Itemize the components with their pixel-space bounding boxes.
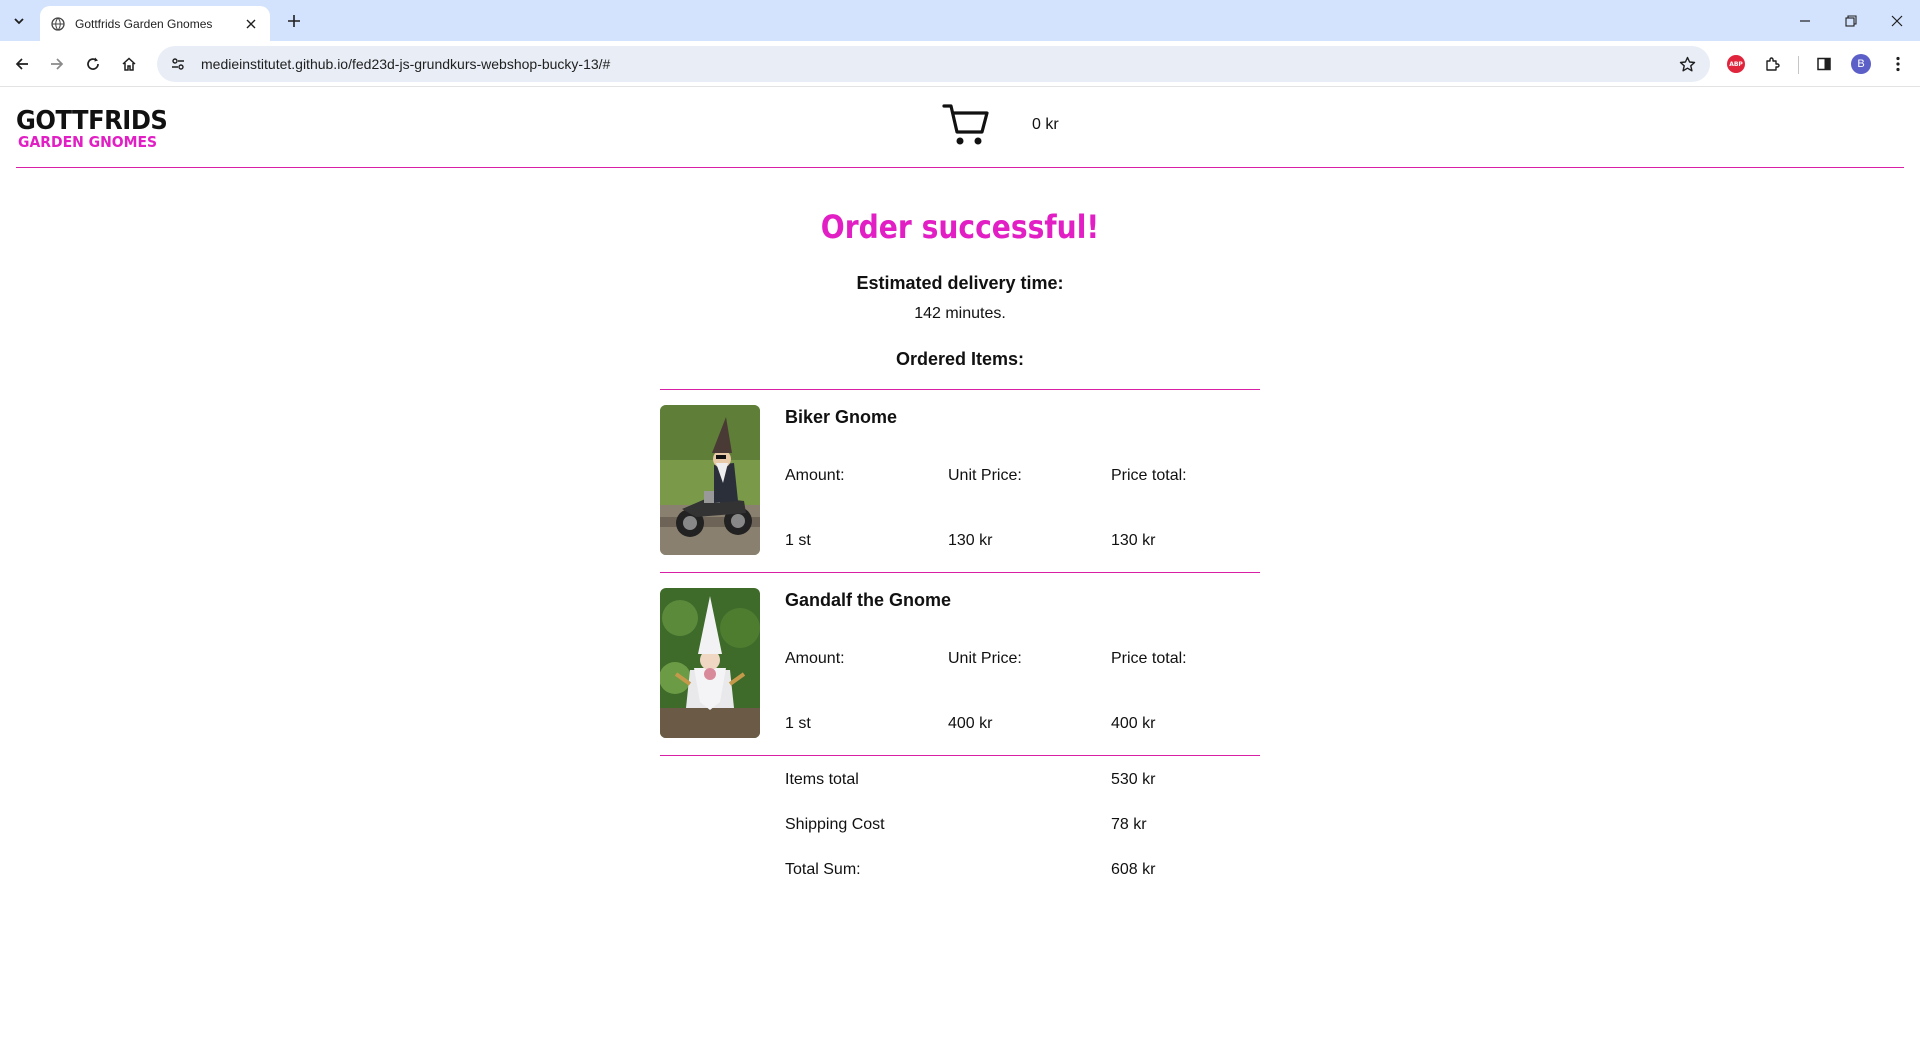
more-icon[interactable] — [1882, 48, 1914, 80]
avatar: B — [1851, 54, 1871, 74]
adblock-extension-icon[interactable]: ABP — [1720, 48, 1752, 80]
extensions-icon[interactable] — [1756, 48, 1788, 80]
tab-strip: Gottfrids Garden Gnomes — [0, 0, 1920, 41]
side-panel-icon[interactable] — [1808, 48, 1840, 80]
product-image-gandalf-gnome — [660, 588, 760, 738]
amount-value: 1 st — [785, 715, 811, 732]
shipping-label: Shipping Cost — [785, 816, 885, 833]
unit-price-value: 400 kr — [948, 715, 993, 732]
unit-price-label: Unit Price: — [948, 467, 1022, 484]
unit-price-label: Unit Price: — [948, 650, 1022, 667]
item-name: Gandalf the Gnome — [785, 590, 952, 610]
item-name: Biker Gnome — [785, 407, 898, 427]
browser-tab[interactable]: Gottfrids Garden Gnomes — [40, 6, 270, 41]
price-total-value: 400 kr — [1111, 715, 1156, 732]
delivery-time-label: Estimated delivery time: — [856, 273, 1064, 293]
shipping-value: 78 kr — [1111, 816, 1147, 833]
url-text[interactable]: medieinstitutet.github.io/fed23d-js-grun… — [201, 56, 1672, 72]
order-item: Gandalf the Gnome Amount: Unit Price: Pr… — [660, 588, 1260, 738]
delivery-time-value: 142 minutes. — [914, 305, 1006, 322]
site-header: GOTTFRIDS GARDEN GNOMES 0 kr — [16, 88, 1904, 168]
amount-value: 1 st — [785, 532, 811, 549]
site-logo[interactable]: GOTTFRIDS GARDEN GNOMES — [16, 108, 179, 150]
page-title: Order successful! — [820, 208, 1100, 246]
product-image-biker-gnome — [660, 405, 760, 555]
globe-icon — [50, 16, 66, 32]
price-total-value: 130 kr — [1111, 532, 1156, 549]
close-icon[interactable] — [242, 15, 260, 33]
items-total-label: Items total — [785, 771, 859, 788]
total-sum-value: 608 kr — [1111, 861, 1156, 878]
total-sum-label: Total Sum: — [785, 861, 861, 878]
price-total-label: Price total: — [1111, 650, 1187, 667]
order-item: Biker Gnome Amount: Unit Price: Price to… — [660, 405, 1260, 555]
amount-label: Amount: — [785, 650, 845, 667]
logo-line2: GARDEN GNOMES — [18, 133, 158, 151]
ordered-items-heading: Ordered Items: — [895, 349, 1025, 369]
cart-total: 0 kr — [1032, 116, 1059, 133]
unit-price-value: 130 kr — [948, 532, 993, 549]
tab-list-icon[interactable] — [8, 10, 30, 32]
browser-toolbar: medieinstitutet.github.io/fed23d-js-grun… — [0, 41, 1920, 87]
site-info-icon[interactable] — [163, 49, 193, 79]
reload-icon[interactable] — [77, 48, 109, 80]
home-icon[interactable] — [113, 48, 145, 80]
divider — [660, 572, 1260, 573]
divider — [660, 389, 1260, 390]
address-bar[interactable]: medieinstitutet.github.io/fed23d-js-grun… — [157, 46, 1710, 82]
profile-avatar[interactable]: B — [1845, 48, 1877, 80]
price-total-label: Price total: — [1111, 467, 1187, 484]
cart-icon[interactable] — [942, 102, 990, 148]
tab-title: Gottfrids Garden Gnomes — [75, 16, 213, 31]
star-icon[interactable] — [1672, 49, 1702, 79]
divider — [660, 755, 1260, 756]
minimize-icon[interactable] — [1782, 0, 1828, 41]
forward-icon[interactable] — [41, 48, 73, 80]
adblock-label: ABP — [1727, 55, 1745, 73]
toolbar-divider — [1798, 56, 1799, 74]
restore-icon[interactable] — [1828, 0, 1874, 41]
items-total-value: 530 kr — [1111, 771, 1156, 788]
close-window-icon[interactable] — [1874, 0, 1920, 41]
amount-label: Amount: — [785, 467, 845, 484]
plus-icon[interactable] — [282, 9, 306, 33]
logo-line1: GOTTFRIDS — [16, 106, 168, 136]
back-icon[interactable] — [6, 48, 38, 80]
